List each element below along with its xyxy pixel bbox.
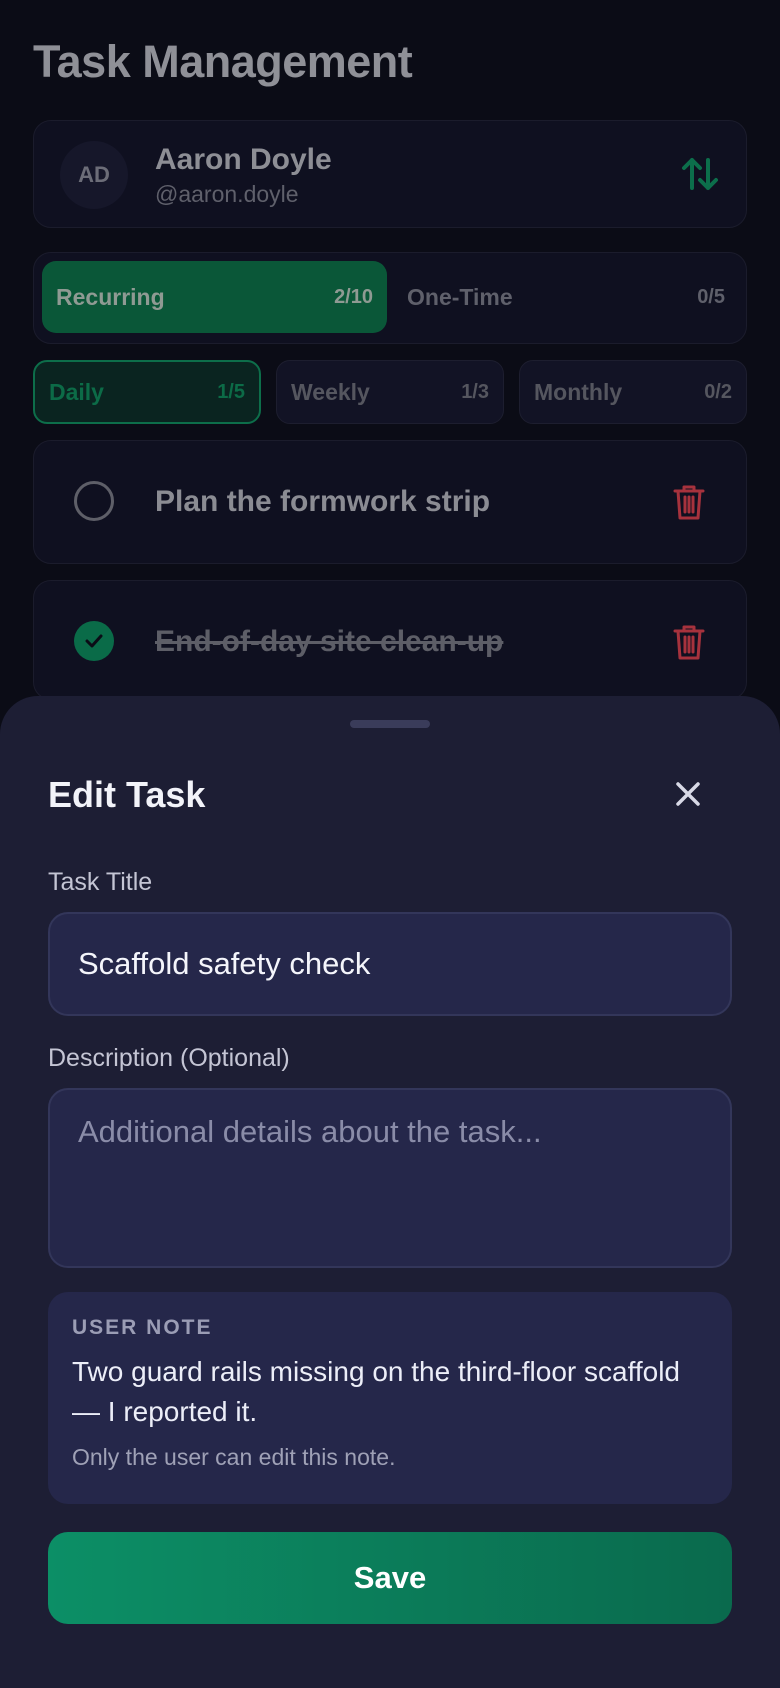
- trash-icon[interactable]: [672, 483, 706, 521]
- tab-daily-count: 1/5: [217, 380, 245, 403]
- user-note-text: Two guard rails missing on the third-flo…: [72, 1356, 680, 1427]
- task-title-label: Task Title: [48, 868, 153, 896]
- trash-icon[interactable]: [672, 623, 706, 661]
- segment-recurring[interactable]: Recurring 2/10: [42, 261, 387, 333]
- sort-arrows-icon[interactable]: [678, 152, 722, 196]
- tab-daily-label: Daily: [49, 378, 104, 405]
- user-note-box: USER NOTE Two guard rails missing on the…: [48, 1292, 732, 1504]
- avatar: AD: [60, 141, 128, 209]
- description-label: Description (Optional): [48, 1044, 290, 1072]
- task-title: Plan the formwork strip: [155, 485, 491, 518]
- tab-weekly-count: 1/3: [461, 380, 489, 403]
- segment-recurring-count: 2/10: [334, 285, 373, 308]
- task-title-input[interactable]: [48, 912, 732, 1016]
- segment-one-time-count: 0/5: [697, 285, 725, 308]
- tab-weekly[interactable]: Weekly 1/3: [276, 360, 504, 424]
- user-handle: @aaron.doyle: [155, 181, 299, 207]
- segment-one-time-label: One-Time: [407, 283, 513, 310]
- tab-monthly-label: Monthly: [534, 378, 623, 405]
- tab-daily[interactable]: Daily 1/5: [33, 360, 261, 424]
- task-type-segmented-control: Recurring 2/10 One-Time 0/5: [33, 252, 747, 344]
- save-button[interactable]: Save: [48, 1532, 732, 1624]
- task-item[interactable]: Plan the formwork strip: [33, 440, 747, 564]
- segment-one-time[interactable]: One-Time 0/5: [393, 261, 739, 333]
- description-input[interactable]: [48, 1088, 732, 1268]
- task-title: End-of-day site clean-up: [155, 625, 504, 658]
- sheet-title: Edit Task: [48, 774, 206, 815]
- task-checkbox[interactable]: [74, 481, 114, 521]
- user-name: Aaron Doyle: [155, 143, 332, 176]
- edit-task-sheet: Edit Task Task Title Description (Option…: [0, 696, 780, 1688]
- user-note-label: USER NOTE: [72, 1316, 213, 1339]
- task-checkbox-checked[interactable]: [74, 621, 114, 661]
- segment-recurring-label: Recurring: [56, 283, 165, 310]
- user-card: AD Aaron Doyle @aaron.doyle: [33, 120, 747, 228]
- tab-weekly-label: Weekly: [291, 378, 370, 405]
- sheet-drag-handle[interactable]: [350, 720, 430, 728]
- page-title: Task Management: [33, 36, 413, 87]
- check-icon: [85, 634, 103, 648]
- tab-monthly-count: 0/2: [704, 380, 732, 403]
- task-item[interactable]: End-of-day site clean-up: [33, 580, 747, 700]
- close-icon[interactable]: [672, 778, 704, 810]
- tab-monthly[interactable]: Monthly 0/2: [519, 360, 747, 424]
- user-note-footer: Only the user can edit this note.: [72, 1444, 396, 1470]
